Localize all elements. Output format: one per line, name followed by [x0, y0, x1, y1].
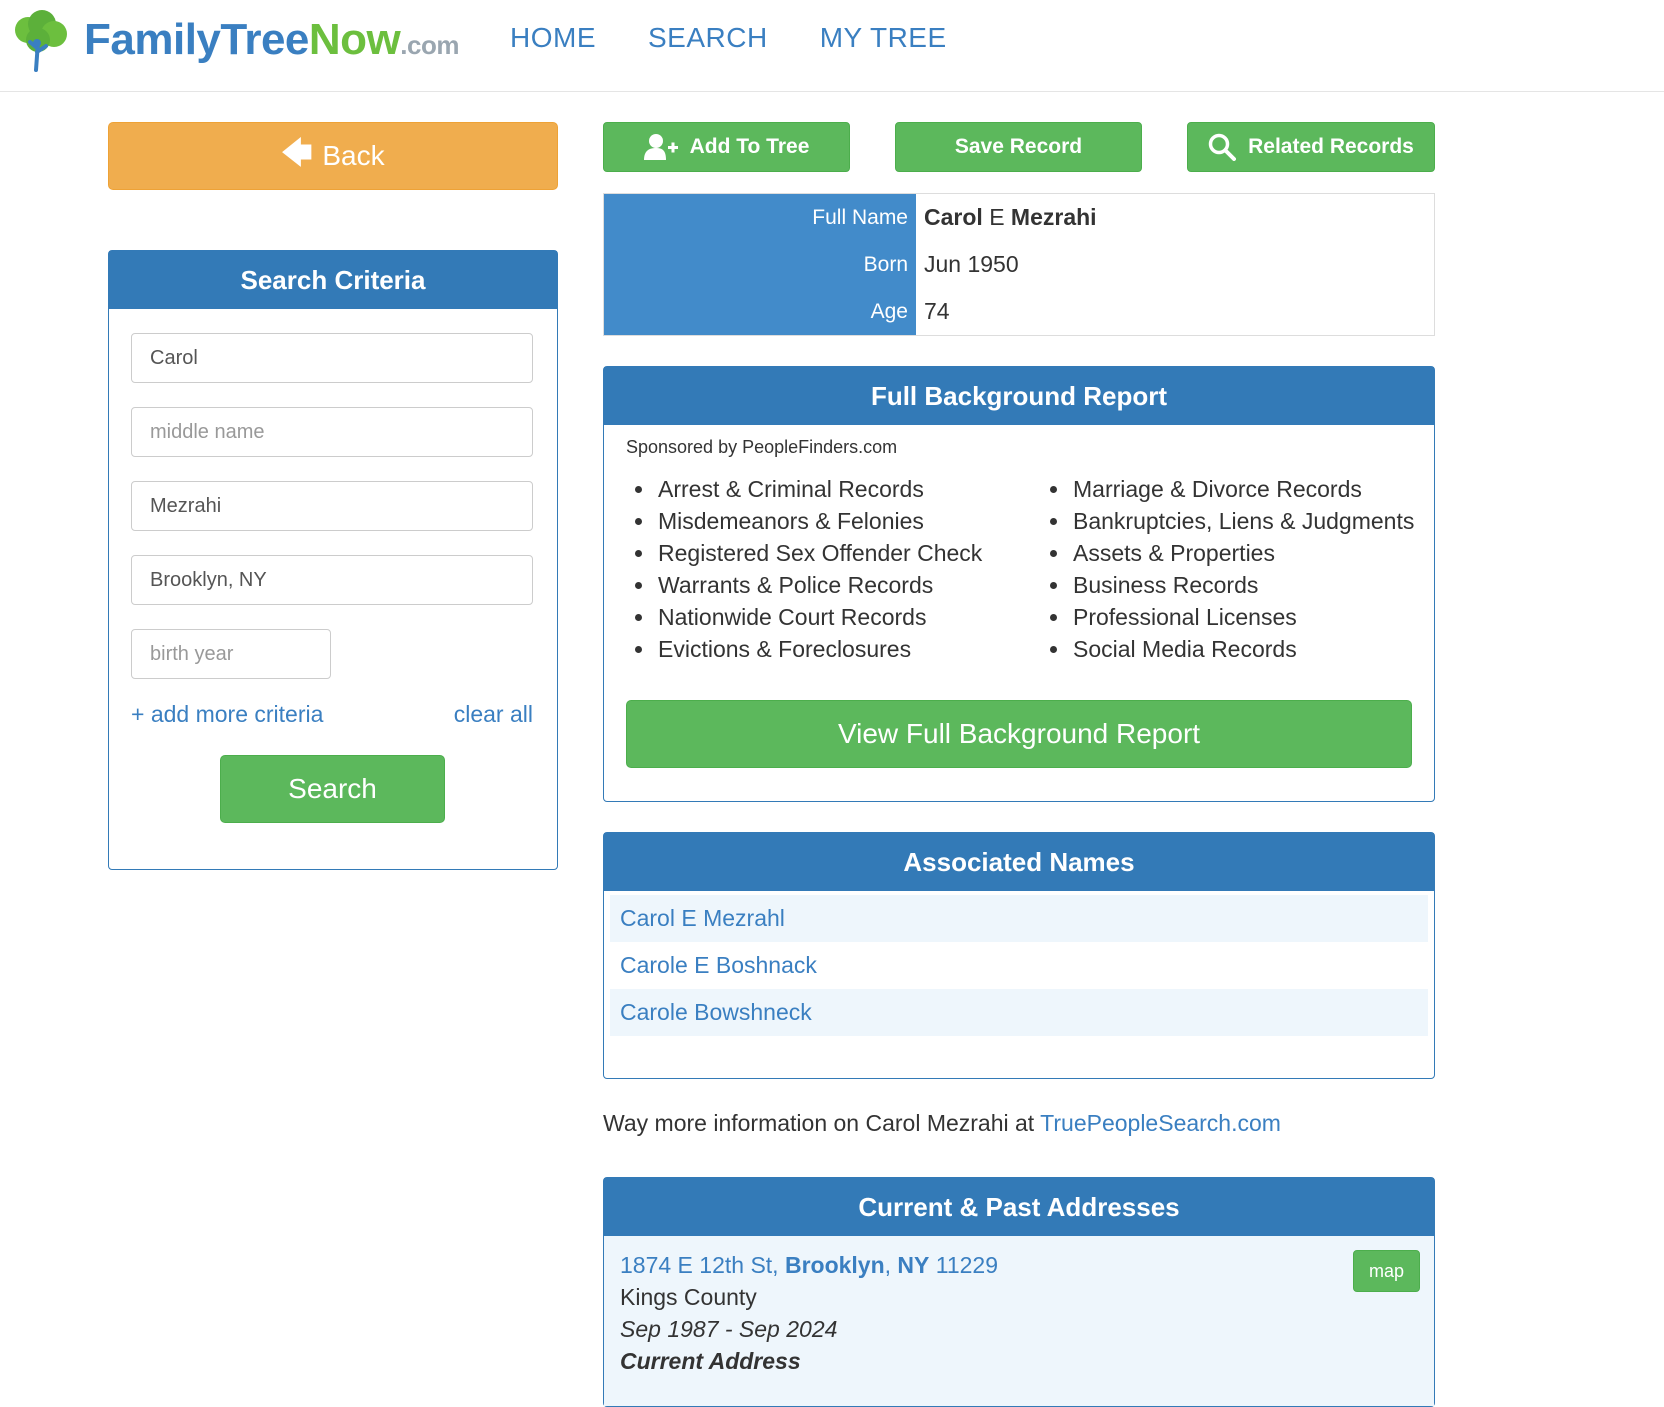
list-item: Professional Licenses — [1071, 601, 1414, 633]
birth-year-input[interactable]: birth year — [131, 629, 331, 679]
criteria-links: + add more criteria clear all — [131, 701, 533, 728]
value-full-name: Carol E Mezrahi — [924, 194, 1434, 241]
clear-all-link[interactable]: clear all — [454, 701, 533, 728]
site-logo[interactable]: FamilyTreeNow.com — [8, 8, 459, 72]
search-criteria-panel: Search Criteria Carol middle name Mezrah… — [108, 250, 558, 870]
location-input[interactable]: Brooklyn, NY — [131, 555, 533, 605]
addresses-title: Current & Past Addresses — [604, 1178, 1434, 1236]
list-item: Arrest & Criminal Records — [656, 473, 982, 505]
person-info-table: Full Name Born Age Carol E Mezrahi Jun 1… — [603, 193, 1435, 336]
site-header: FamilyTreeNow.com HOME SEARCH MY TREE — [0, 0, 1664, 92]
value-age: 74 — [924, 298, 950, 324]
add-more-criteria-link[interactable]: + add more criteria — [131, 701, 323, 728]
nav-my-tree[interactable]: MY TREE — [820, 22, 947, 54]
address-link[interactable]: 1874 E 12th St, Brooklyn, NY 11229 — [620, 1252, 998, 1279]
search-icon — [1208, 133, 1237, 161]
search-button[interactable]: Search — [220, 755, 445, 823]
list-item: Bankruptcies, Liens & Judgments — [1071, 505, 1414, 537]
list-item: Evictions & Foreclosures — [656, 633, 982, 665]
back-button[interactable]: 🡄 Back — [108, 122, 558, 190]
background-report-title: Full Background Report — [604, 367, 1434, 425]
address-city: Brooklyn — [784, 1252, 885, 1278]
tree-logo-icon — [15, 10, 67, 72]
middle-initial: E — [989, 204, 1005, 230]
first-name: Carol — [924, 204, 983, 230]
associated-name-link[interactable]: Carole Bowshneck — [610, 989, 1428, 1036]
address-status: Current Address — [620, 1348, 801, 1374]
logo-text: FamilyTreeNow.com — [84, 15, 459, 64]
address-street: 1874 E 12th St, — [620, 1252, 785, 1278]
more-info-text: Way more information on Carol Mezrahi at… — [603, 1110, 1281, 1137]
truepeoplesearch-link[interactable]: TruePeopleSearch.com — [1040, 1110, 1281, 1136]
list-item: Warrants & Police Records — [656, 569, 982, 601]
view-full-report-button[interactable]: View Full Background Report — [626, 700, 1412, 768]
middle-name-input[interactable]: middle name — [131, 407, 533, 457]
back-button-label: Back — [322, 140, 385, 171]
address-dates: Sep 1987 - Sep 2024 — [620, 1316, 838, 1342]
add-user-icon — [643, 134, 678, 160]
associated-names-panel: Associated Names Carol E Mezrahl Carole … — [603, 832, 1435, 1079]
info-values: Carol E Mezrahi Jun 1950 74 — [916, 194, 1434, 335]
search-criteria-title: Search Criteria — [109, 251, 557, 309]
main-nav: HOME SEARCH MY TREE — [510, 22, 947, 54]
first-name-input[interactable]: Carol — [131, 333, 533, 383]
background-report-panel: Full Background Report Sponsored by Peop… — [603, 366, 1435, 802]
label-full-name: Full Name — [812, 205, 908, 229]
report-features-left: Arrest & Criminal Records Misdemeanors &… — [626, 473, 982, 665]
list-item: Marriage & Divorce Records — [1071, 473, 1414, 505]
address-county: Kings County — [620, 1284, 757, 1310]
add-to-tree-button[interactable]: Add To Tree — [603, 122, 850, 172]
label-born: Born — [863, 252, 908, 276]
add-to-tree-label: Add To Tree — [689, 135, 810, 158]
addresses-panel: Current & Past Addresses 1874 E 12th St,… — [603, 1177, 1435, 1407]
nav-home[interactable]: HOME — [510, 22, 596, 54]
address-zip: 11229 — [929, 1252, 999, 1278]
associated-name-link[interactable]: Carole E Boshnack — [610, 942, 1428, 989]
save-record-button[interactable]: Save Record — [895, 122, 1142, 172]
report-features-right: Marriage & Divorce Records Bankruptcies,… — [1041, 473, 1414, 665]
list-item: Registered Sex Offender Check — [656, 537, 982, 569]
last-name: Mezrahi — [1010, 204, 1097, 230]
value-born: Jun 1950 — [924, 251, 1019, 277]
associated-names-title: Associated Names — [604, 833, 1434, 891]
more-info-label: Way more information on Carol Mezrahi at — [603, 1110, 1041, 1136]
list-item: Assets & Properties — [1071, 537, 1414, 569]
related-records-button[interactable]: Related Records — [1187, 122, 1435, 172]
address-state: NY — [897, 1252, 930, 1278]
sponsored-text: Sponsored by PeopleFinders.com — [626, 437, 898, 457]
list-item: Business Records — [1071, 569, 1414, 601]
list-item: Nationwide Court Records — [656, 601, 982, 633]
nav-search[interactable]: SEARCH — [648, 22, 768, 54]
info-labels: Full Name Born Age — [604, 194, 916, 335]
associated-name-link[interactable]: Carol E Mezrahl — [610, 895, 1428, 942]
arrow-left-icon: 🡄 — [281, 136, 313, 170]
last-name-input[interactable]: Mezrahi — [131, 481, 533, 531]
label-age: Age — [870, 299, 908, 323]
map-button[interactable]: map — [1353, 1250, 1420, 1292]
list-item: Misdemeanors & Felonies — [656, 505, 982, 537]
related-records-label: Related Records — [1248, 135, 1414, 158]
address-entry: 1874 E 12th St, Brooklyn, NY 11229 Kings… — [604, 1236, 1434, 1406]
list-item: Social Media Records — [1071, 633, 1414, 665]
